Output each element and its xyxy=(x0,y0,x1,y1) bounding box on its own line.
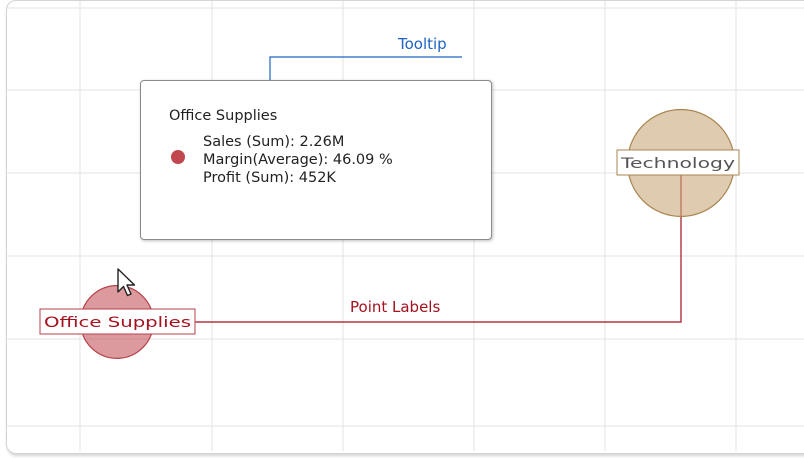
mouse-cursor-icon xyxy=(117,268,136,297)
point-label-text: Technology xyxy=(620,156,735,172)
point-label-text: Office Supplies xyxy=(44,315,191,331)
point-labels-annotation-label: Point Labels xyxy=(350,298,441,316)
point-label: Office Supplies xyxy=(39,308,196,335)
tooltip-title: Office Supplies xyxy=(169,108,278,124)
tooltip-margin-row: Margin(Average): 46.09 % xyxy=(203,152,393,168)
tooltip-connector-line xyxy=(269,56,462,80)
tooltip-sales-row: Sales (Sum): 2.26M xyxy=(203,134,345,150)
chart-tooltip: Office Supplies Sales (Sum): 2.26M Margi… xyxy=(140,80,492,240)
tooltip-profit-row: Profit (Sum): 452K xyxy=(203,170,336,186)
point-label: Technology xyxy=(616,149,740,176)
tooltip-annotation-label: Tooltip xyxy=(398,35,447,53)
